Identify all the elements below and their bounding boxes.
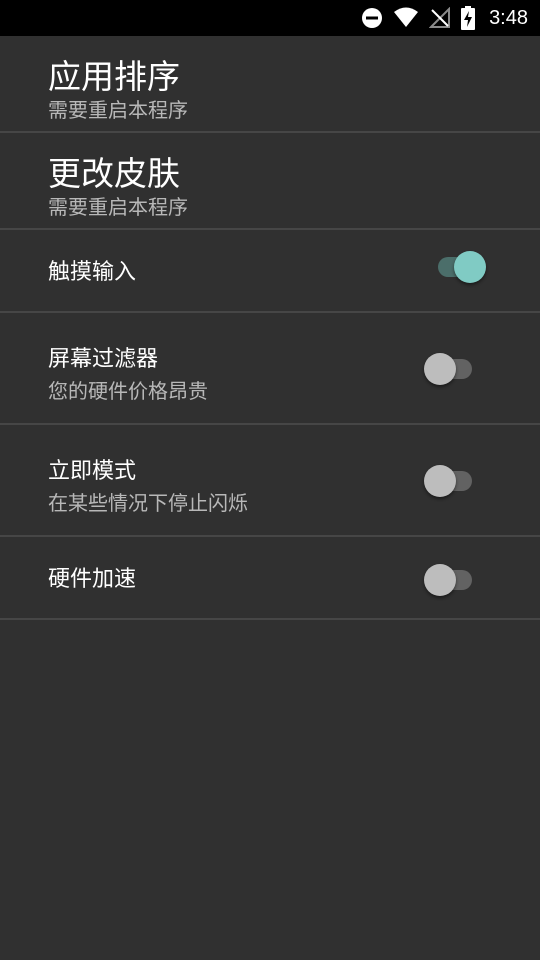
setting-app-sort[interactable]: 应用排序 需要重启本程序: [0, 36, 540, 133]
setting-title: 屏幕过滤器: [48, 347, 159, 372]
switch-thumb: [424, 564, 456, 596]
no-signal-icon: [429, 7, 451, 29]
setting-title: 立即模式: [48, 459, 137, 484]
switch-thumb: [454, 251, 486, 283]
setting-change-skin[interactable]: 更改皮肤 需要重启本程序: [0, 133, 540, 230]
settings-list: 应用排序 需要重启本程序 更改皮肤 需要重启本程序 触摸输入 屏幕过滤器 您的硬…: [0, 36, 540, 620]
setting-touch-input[interactable]: 触摸输入: [0, 230, 540, 313]
setting-title: 硬件加速: [48, 567, 137, 592]
setting-title: 更改皮肤: [48, 154, 180, 193]
setting-summary: 在某些情况下停止闪烁: [48, 491, 248, 515]
hardware-accel-switch[interactable]: [424, 561, 476, 597]
touch-input-switch[interactable]: [434, 248, 486, 284]
status-bar: 3:48: [0, 0, 540, 36]
setting-title: 应用排序: [48, 57, 180, 96]
status-time: 3:48: [489, 6, 528, 29]
status-icons: 3:48: [361, 0, 528, 36]
wifi-icon: [393, 7, 419, 29]
setting-summary: 需要重启本程序: [48, 98, 188, 122]
setting-summary: 您的硬件价格昂贵: [48, 379, 208, 403]
setting-screen-filter[interactable]: 屏幕过滤器 您的硬件价格昂贵: [0, 313, 540, 425]
setting-title: 触摸输入: [48, 260, 137, 285]
setting-immediate-mode[interactable]: 立即模式 在某些情况下停止闪烁: [0, 425, 540, 537]
setting-summary: 需要重启本程序: [48, 195, 188, 219]
immediate-mode-switch[interactable]: [424, 462, 476, 498]
screen-filter-switch[interactable]: [424, 350, 476, 386]
switch-thumb: [424, 353, 456, 385]
do-not-disturb-icon: [361, 7, 383, 29]
switch-thumb: [424, 465, 456, 497]
setting-hardware-accel[interactable]: 硬件加速: [0, 537, 540, 620]
battery-charging-icon: [461, 6, 476, 30]
